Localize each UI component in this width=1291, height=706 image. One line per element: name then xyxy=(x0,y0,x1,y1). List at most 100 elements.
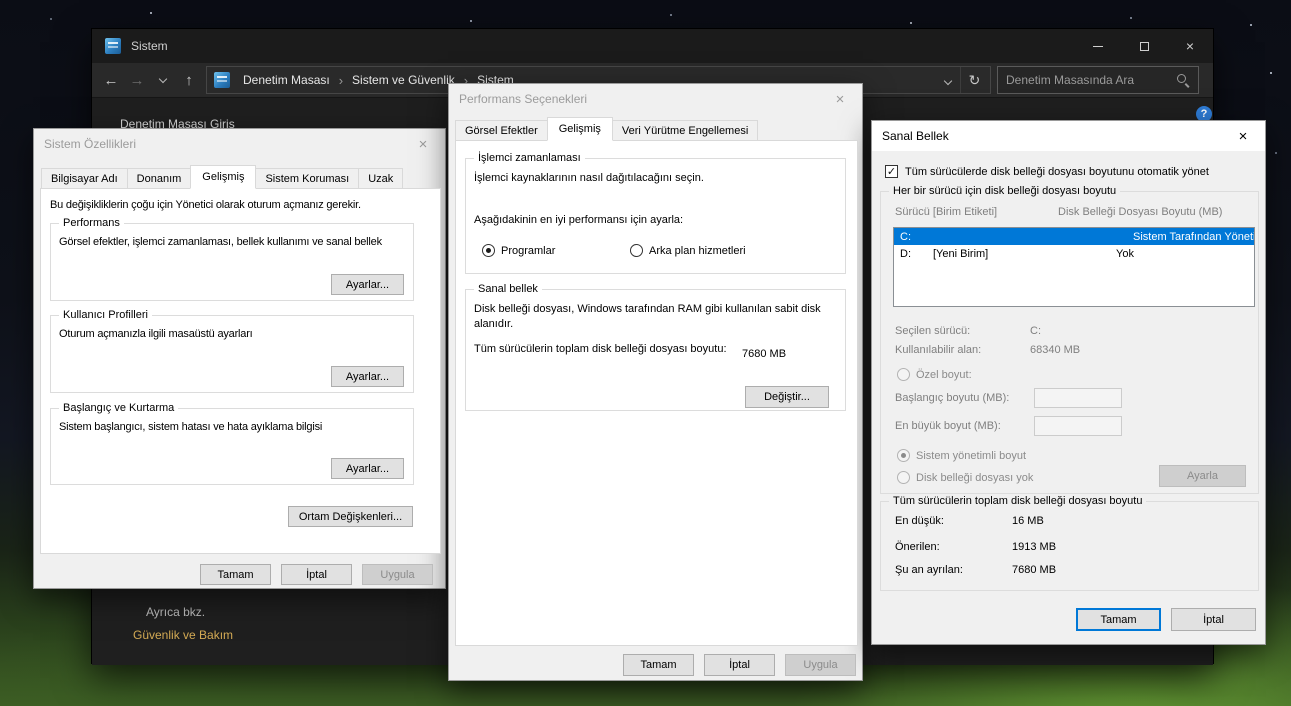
radio-icon xyxy=(897,471,910,484)
search-icon xyxy=(1176,73,1190,87)
minimize-icon xyxy=(1093,45,1103,47)
search-box[interactable] xyxy=(997,66,1199,94)
stars-decoration xyxy=(150,12,152,14)
breadcrumb-control-panel[interactable]: Denetim Masası xyxy=(236,73,337,87)
recommended-label: Önerilen: xyxy=(895,541,940,553)
allocated-value: 7680 MB xyxy=(1012,564,1057,576)
address-dropdown-button[interactable] xyxy=(936,73,960,87)
performance-options-dialog: Performans Seçenekleri × Görsel Efektler… xyxy=(448,83,863,681)
max-size-label: En büyük boyut (MB): xyxy=(895,420,1001,432)
scheduling-prompt: Aşağıdakinin en iyi performansı için aya… xyxy=(474,214,684,226)
radio-custom-size: Özel boyut: xyxy=(897,368,972,381)
tab-remote[interactable]: Uzak xyxy=(358,168,404,189)
desktop-wallpaper: Sistem × ← → ↑ Denetim Masası › Sistem v… xyxy=(0,0,1291,706)
group-title: Sanal bellek xyxy=(474,283,542,295)
window-titlebar[interactable]: Sistem × xyxy=(92,29,1213,63)
ok-button[interactable]: Tamam xyxy=(200,564,271,585)
radio-no-pagefile: Disk belleği dosyası yok xyxy=(897,471,1033,484)
user-profiles-settings-button[interactable]: Ayarlar... xyxy=(331,366,404,387)
available-space-value: 68340 MB xyxy=(1030,344,1081,356)
dialog-titlebar[interactable]: Sanal Bellek × xyxy=(872,121,1265,151)
radio-programs[interactable]: Programlar xyxy=(482,244,555,257)
cancel-button[interactable]: İptal xyxy=(704,654,775,676)
scheduling-description: İşlemci kaynaklarının nasıl dağıtılacağı… xyxy=(474,172,704,184)
tab-visual-effects[interactable]: Görsel Efektler xyxy=(455,120,548,141)
startup-recovery-settings-button[interactable]: Ayarlar... xyxy=(331,458,404,479)
user-profiles-group: Kullanıcı Profilleri Oturum açmanızla il… xyxy=(50,309,414,393)
recommended-value: 1913 MB xyxy=(1012,541,1057,553)
drive-listbox[interactable]: C: Sistem Tarafından Yönetilen D: [Yeni … xyxy=(893,227,1255,307)
radio-label: Özel boyut: xyxy=(916,368,972,381)
history-dropdown-button[interactable] xyxy=(150,65,176,95)
breadcrumb-separator-icon[interactable]: › xyxy=(337,73,345,88)
tab-advanced[interactable]: Gelişmiş xyxy=(546,117,613,141)
tab-system-protection[interactable]: Sistem Koruması xyxy=(255,168,360,189)
group-title: İşlemci zamanlaması xyxy=(474,152,585,164)
tab-computer-name[interactable]: Bilgisayar Adı xyxy=(41,168,128,189)
ok-button[interactable]: Tamam xyxy=(1076,608,1161,631)
ok-button[interactable]: Tamam xyxy=(623,654,694,676)
admin-note: Bu değişikliklerin çoğu için Yönetici ol… xyxy=(50,199,361,211)
group-description: Oturum açmanızla ilgili masaüstü ayarlar… xyxy=(59,328,253,340)
apply-button: Uygula xyxy=(785,654,856,676)
auto-manage-checkbox[interactable]: ✓ Tüm sürücülerde disk belleği dosyası b… xyxy=(885,165,1209,178)
see-also-heading: Ayrıca bkz. xyxy=(146,605,206,619)
tab-advanced[interactable]: Gelişmiş xyxy=(190,165,257,189)
allocated-label: Şu an ayrılan: xyxy=(895,564,963,576)
environment-variables-button[interactable]: Ortam Değişkenleri... xyxy=(288,506,413,527)
breadcrumb-system-security[interactable]: Sistem ve Güvenlik xyxy=(345,73,462,87)
drive-letter: C: xyxy=(900,230,911,243)
performance-settings-button[interactable]: Ayarlar... xyxy=(331,274,404,295)
refresh-button[interactable]: ↻ xyxy=(960,67,988,93)
system-properties-dialog: Sistem Özellikleri × Bilgisayar Adı Dona… xyxy=(33,128,446,589)
selected-drive-label: Seçilen sürücü: xyxy=(895,325,971,337)
radio-system-managed: Sistem yönetimli boyut xyxy=(897,449,1026,462)
group-title: Performans xyxy=(59,217,124,229)
checkbox-checked-icon: ✓ xyxy=(885,165,898,178)
dialog-title: Sanal Bellek xyxy=(882,129,949,143)
cancel-button[interactable]: İptal xyxy=(281,564,352,585)
control-panel-icon xyxy=(214,72,230,88)
minimum-value: 16 MB xyxy=(1012,515,1044,527)
tab-strip: Bilgisayar Adı Donanım Gelişmiş Sistem K… xyxy=(41,165,404,189)
tab-dep[interactable]: Veri Yürütme Engellemesi xyxy=(611,120,759,141)
radio-icon xyxy=(630,244,643,257)
change-button[interactable]: Değiştir... xyxy=(745,386,829,408)
minimize-button[interactable] xyxy=(1075,29,1121,63)
search-input[interactable] xyxy=(1006,73,1176,87)
drive-row-d[interactable]: D: [Yeni Birim] Yok xyxy=(894,245,1254,262)
close-icon[interactable]: × xyxy=(401,129,445,159)
radio-background-services[interactable]: Arka plan hizmetleri xyxy=(630,244,746,257)
cancel-button[interactable]: İptal xyxy=(1171,608,1256,631)
group-title: Her bir sürücü için disk belleği dosyası… xyxy=(889,185,1121,197)
drive-paging-size: Sistem Tarafından Yönetilen xyxy=(1133,230,1255,243)
chevron-down-icon xyxy=(158,74,168,83)
per-drive-group: Her bir sürücü için disk belleği dosyası… xyxy=(880,185,1259,494)
radio-icon xyxy=(897,449,910,462)
radio-label: Sistem yönetimli boyut xyxy=(916,449,1027,462)
minimum-label: En düşük: xyxy=(895,515,944,527)
window-title: Sistem xyxy=(131,39,168,53)
virtual-memory-group: Sanal bellek Disk belleği dosyası, Windo… xyxy=(465,283,846,411)
maximize-icon xyxy=(1139,41,1149,51)
dialog-titlebar[interactable]: Sistem Özellikleri × xyxy=(34,129,445,159)
close-button[interactable]: × xyxy=(1167,29,1213,63)
startup-recovery-group: Başlangıç ve Kurtarma Sistem başlangıcı,… xyxy=(50,402,414,485)
security-maintenance-link[interactable]: Güvenlik ve Bakım xyxy=(133,628,233,642)
chevron-down-icon xyxy=(943,76,953,86)
forward-button[interactable]: → xyxy=(124,65,150,95)
dialog-titlebar[interactable]: Performans Seçenekleri × xyxy=(449,84,862,114)
close-icon[interactable]: × xyxy=(1221,121,1265,151)
tab-hardware[interactable]: Donanım xyxy=(126,168,192,189)
close-icon[interactable]: × xyxy=(818,84,862,114)
back-button[interactable]: ← xyxy=(98,65,124,95)
radio-label: Programlar xyxy=(501,244,556,257)
radio-label: Disk belleği dosyası yok xyxy=(916,471,1034,484)
drive-letter: D: xyxy=(900,247,911,260)
maximize-button[interactable] xyxy=(1121,29,1167,63)
group-title: Başlangıç ve Kurtarma xyxy=(59,402,179,414)
initial-size-input xyxy=(1034,388,1122,408)
group-title: Tüm sürücülerin toplam disk belleği dosy… xyxy=(889,495,1147,507)
drive-row-c[interactable]: C: Sistem Tarafından Yönetilen xyxy=(894,228,1254,245)
up-button[interactable]: ↑ xyxy=(176,65,202,95)
